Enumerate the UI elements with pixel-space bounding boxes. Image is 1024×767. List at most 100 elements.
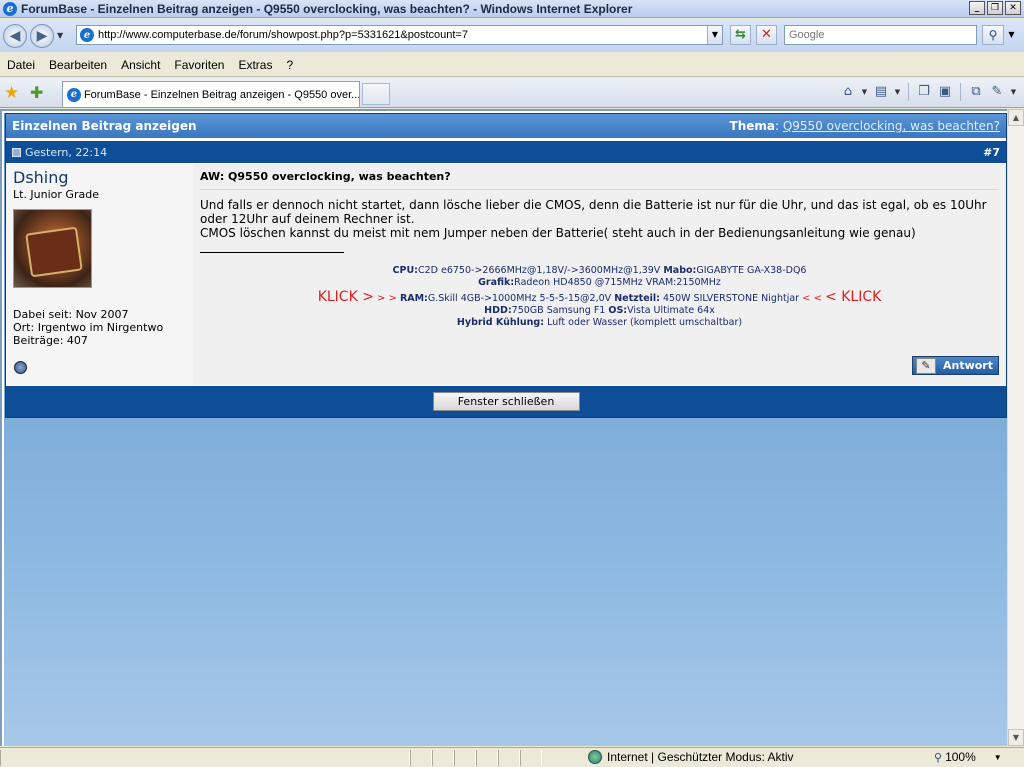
scroll-up-icon[interactable]: ▲	[1008, 109, 1024, 126]
vertical-scrollbar[interactable]: ▲ ▼	[1007, 109, 1024, 746]
user-location: Ort: Irgentwo im Nirgentwo	[13, 321, 164, 334]
tab-current[interactable]: e ForumBase - Einzelnen Beitrag anzeigen…	[62, 81, 360, 107]
post-header: Einzelnen Beitrag anzeigen Thema: Q9550 …	[6, 114, 1006, 139]
address-dropdown-icon[interactable]: ▼	[707, 26, 722, 44]
signature-line: Grafik:Radeon HD4850 @715MHz VRAM:2150MH…	[200, 277, 999, 289]
window-controls: _ ❐ ✕	[969, 1, 1021, 15]
globe-icon	[588, 750, 602, 764]
status-cell	[410, 749, 432, 766]
toolbar-divider	[960, 83, 961, 101]
status-cell	[432, 749, 454, 766]
maximize-button[interactable]: ❐	[987, 1, 1003, 15]
security-zone[interactable]: Internet | Geschützter Modus: Aktiv	[588, 750, 794, 764]
address-field[interactable]: e http://www.computerbase.de/forum/showp…	[76, 25, 723, 45]
favorites-star-icon[interactable]: ★	[4, 83, 19, 103]
refresh-button[interactable]: ⇆	[730, 25, 751, 45]
tab-bar: ★ ✚ e ForumBase - Einzelnen Beitrag anze…	[0, 78, 1024, 108]
zoom-dropdown-icon[interactable]: ▼	[994, 753, 1002, 762]
search-options-dropdown-icon[interactable]: ▼	[1005, 25, 1018, 45]
user-info: Dabei seit: Nov 2007 Ort: Irgentwo im Ni…	[13, 308, 186, 347]
avatar	[13, 209, 92, 288]
forward-button[interactable]: ▶	[30, 23, 54, 48]
sig-label: OS:	[608, 305, 628, 316]
toolbar-divider	[908, 83, 909, 101]
pencil-icon[interactable]: ✎	[988, 83, 1006, 101]
post-icon	[12, 147, 21, 157]
address-toolbar: ◀ ▶ ▼ e http://www.computerbase.de/forum…	[0, 19, 1024, 52]
menu-ansicht[interactable]: Ansicht	[121, 58, 160, 72]
thema-label: Thema	[729, 119, 775, 133]
footer-bar: Fenster schließen	[6, 385, 1006, 417]
history-dropdown-icon[interactable]: ▼	[57, 31, 67, 40]
klick-link[interactable]: KLICK >	[318, 289, 374, 305]
sig-label: Mabo:	[663, 265, 697, 276]
sig-label: RAM:	[399, 293, 428, 304]
reply-button[interactable]: ✎ Antwort	[912, 356, 999, 375]
sig-label: Grafik:	[478, 277, 515, 288]
status-text-cell	[0, 749, 410, 766]
magnifier-icon: ⚲	[988, 28, 998, 42]
window-title-bar[interactable]: e ForumBase - Einzelnen Beitrag anzeigen…	[0, 0, 1024, 18]
add-favorite-icon[interactable]: ✚	[30, 83, 43, 102]
stop-button[interactable]: ✕	[756, 25, 777, 45]
arrows-left: > >	[376, 293, 397, 304]
username-link[interactable]: Dshing	[13, 168, 186, 187]
post-text-line: Und falls er dennoch nicht startet, dann…	[200, 198, 987, 226]
menu-datei[interactable]: Datei	[7, 58, 35, 72]
menu-extras[interactable]: Extras	[238, 58, 272, 72]
message-panel: AW: Q9550 overclocking, was beachten? Un…	[193, 164, 1006, 385]
menu-favoriten[interactable]: Favoriten	[174, 58, 224, 72]
user-panel: Dshing Lt. Junior Grade Dabei seit: Nov …	[6, 164, 193, 385]
stop-icon: ✕	[761, 27, 772, 42]
tab-label: ForumBase - Einzelnen Beitrag anzeigen -…	[83, 88, 359, 101]
refresh-icon: ⇆	[735, 27, 746, 42]
page-favicon-icon: e	[80, 28, 94, 42]
pencil-dropdown-icon[interactable]: ▼	[1009, 88, 1018, 96]
signature: CPU:C2D e6750->2666MHz@1,18V/->3600MHz@1…	[200, 265, 999, 329]
menu-bearbeiten[interactable]: Bearbeiten	[49, 58, 107, 72]
back-button[interactable]: ◀	[3, 23, 27, 48]
post-date-text: Gestern, 22:14	[25, 145, 108, 159]
thread-link[interactable]: Q9550 overclocking, was beachten?	[783, 119, 1000, 133]
user-rank: Lt. Junior Grade	[13, 188, 99, 201]
user-joined: Dabei seit: Nov 2007	[13, 308, 129, 321]
sig-label: Hybrid Kühlung:	[456, 317, 545, 328]
zoom-control[interactable]: ⚲ 100% ▼	[934, 750, 1002, 764]
search-input[interactable]: Google	[784, 25, 977, 45]
open-page-icon[interactable]: ⧉	[967, 83, 985, 101]
post-body: Dshing Lt. Junior Grade Dabei seit: Nov …	[6, 163, 1006, 385]
online-status-icon	[14, 361, 27, 374]
sig-label: HDD:	[484, 305, 512, 316]
minimize-button[interactable]: _	[969, 1, 985, 15]
home-icon[interactable]: ⌂	[839, 83, 857, 101]
zoom-level: 100%	[945, 750, 976, 764]
home-dropdown-icon[interactable]: ▼	[860, 88, 869, 96]
status-cell	[520, 749, 542, 766]
menu-bar: Datei Bearbeiten Ansicht Favoriten Extra…	[0, 53, 1024, 77]
paste-icon[interactable]: ▣	[936, 83, 954, 101]
search-button[interactable]: ⚲	[982, 25, 1004, 45]
signature-separator	[200, 252, 344, 253]
status-bar: Internet | Geschützter Modus: Aktiv ⚲ 10…	[0, 747, 1024, 767]
thread-info: Thema: Q9550 overclocking, was beachten?	[729, 119, 1000, 133]
close-window-button[interactable]: ✕	[1005, 1, 1021, 15]
url-text[interactable]: http://www.computerbase.de/forum/showpos…	[98, 29, 468, 41]
print-dropdown-icon[interactable]: ▼	[893, 88, 902, 96]
status-cell	[476, 749, 498, 766]
post-text-line: CMOS löschen kannst du meist mit nem Jum…	[200, 226, 916, 240]
post-number-link[interactable]: #7	[983, 146, 1000, 159]
reply-label: Antwort	[942, 359, 993, 372]
close-window-page-button[interactable]: Fenster schließen	[432, 392, 580, 411]
scroll-down-icon[interactable]: ▼	[1008, 729, 1024, 746]
post-date-bar: Gestern, 22:14 #7	[6, 141, 1006, 163]
menu-help[interactable]: ?	[286, 58, 293, 72]
print-icon[interactable]: ▤	[872, 83, 890, 101]
copy-icon[interactable]: ❐	[915, 83, 933, 101]
klick-link[interactable]: < KLICK	[825, 289, 881, 305]
sig-label: CPU:	[392, 265, 418, 276]
new-tab-button[interactable]	[362, 83, 390, 105]
sig-value: C2D e6750->2666MHz@1,18V/->3600MHz@1,39V	[417, 265, 661, 276]
forward-arrow-icon: ▶	[36, 27, 48, 44]
back-arrow-icon: ◀	[9, 27, 21, 44]
signature-line: KLICK > > > RAM:G.Skill 4GB->1000MHz 5-5…	[200, 289, 999, 305]
